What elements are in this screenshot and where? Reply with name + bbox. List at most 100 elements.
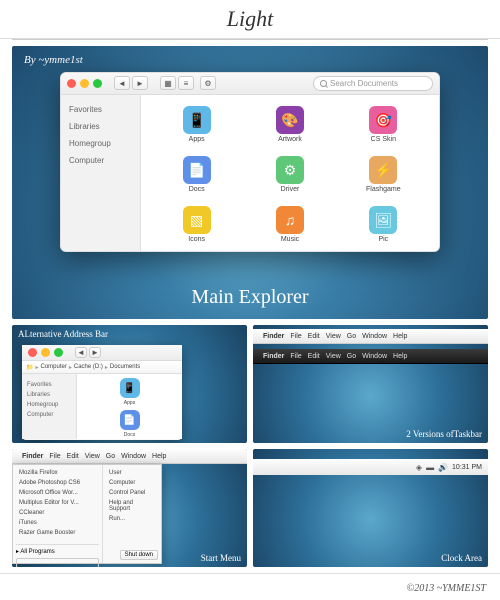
menu-item[interactable]: Help — [393, 333, 407, 340]
breadcrumb[interactable]: Documents — [110, 364, 140, 370]
file-item[interactable]: 📱Apps — [151, 101, 242, 149]
titlebar[interactable]: ◄ ► ▦ ≡ ⚙ Search Documents — [61, 73, 439, 95]
forward-button[interactable]: ► — [89, 347, 101, 358]
back-button[interactable]: ◄ — [75, 347, 87, 358]
address-bar[interactable]: 📁▸Computer▸Cache (D:)▸Documents — [22, 361, 182, 374]
menu-item[interactable]: Go — [347, 333, 356, 340]
sidebar-item[interactable]: Homegroup — [22, 400, 76, 410]
menu-item[interactable]: Finder — [22, 453, 43, 460]
menu-item[interactable]: Finder — [263, 333, 284, 340]
menu-item[interactable]: Window — [362, 353, 387, 360]
menubar[interactable]: Finder File Edit View Go Window Help — [12, 449, 247, 464]
minimize-icon[interactable] — [41, 348, 50, 357]
file-label: Apps — [189, 136, 205, 143]
start-menu-item[interactable]: Mozilla Firefox — [16, 468, 99, 478]
file-label: Icons — [188, 236, 205, 243]
volume-icon[interactable]: 🔊 — [438, 463, 448, 472]
file-icon: 📄 — [183, 156, 211, 184]
taskbar-panel: Finder File Edit View Go Window Help Finder Fil… — [253, 325, 488, 443]
file-item[interactable]: 🎨 Artwork — [244, 101, 335, 149]
file-item[interactable]: ♫Music — [244, 201, 335, 249]
menu-item[interactable]: File — [49, 453, 60, 460]
shutdown-button[interactable]: Shut down — [120, 550, 158, 560]
maximize-icon[interactable] — [93, 79, 102, 88]
sidebar-item[interactable]: Favorites — [61, 101, 140, 118]
action-button[interactable]: ⚙ — [200, 76, 216, 90]
breadcrumb[interactable]: Computer — [41, 364, 67, 370]
sidebar-item[interactable]: Computer — [22, 410, 76, 420]
start-search-input[interactable] — [16, 558, 99, 567]
file-label: Artwork — [278, 136, 302, 143]
wifi-icon[interactable]: ◈ — [416, 463, 422, 472]
footer: ©2013 ~YMME1ST — [0, 573, 500, 600]
menu-item[interactable]: Go — [347, 353, 356, 360]
sidebar-item[interactable]: Favorites — [22, 380, 76, 390]
view-icon-button[interactable]: ▦ — [160, 76, 176, 90]
breadcrumb[interactable]: Cache (D:) — [74, 364, 103, 370]
view-list-button[interactable]: ≡ — [178, 76, 194, 90]
file-label: Docs — [124, 432, 135, 438]
close-icon[interactable] — [28, 348, 37, 357]
file-item[interactable]: 📄Docs — [151, 151, 242, 199]
battery-icon[interactable]: ▬ — [426, 463, 434, 472]
file-grid: 📱Apps 🎨 Artwork 🎯CS Skin 📄Docs⚙Driver⚡Flashg… — [141, 95, 439, 252]
menu-item[interactable]: File — [290, 353, 301, 360]
clock-time[interactable]: 10:31 PM — [452, 464, 482, 471]
search-input[interactable]: Search Documents — [313, 76, 433, 91]
finder-window[interactable]: ◄ ► ▦ ≡ ⚙ Search Documents FavoritesLibr… — [60, 72, 440, 252]
maximize-icon[interactable] — [54, 348, 63, 357]
author-text: By ~ymme1st — [24, 54, 83, 66]
start-menu-item[interactable]: CCleaner — [16, 508, 99, 518]
sidebar-item[interactable]: Homegroup — [61, 135, 140, 152]
menu-item[interactable]: View — [326, 333, 341, 340]
start-menu-item[interactable]: Run... — [106, 514, 158, 524]
file-item[interactable]: 🎯CS Skin — [338, 101, 429, 149]
file-item[interactable]: 🖼Pic — [338, 201, 429, 249]
clock-caption: Clock Area — [441, 553, 482, 563]
menu-item[interactable]: Help — [152, 453, 166, 460]
start-menu-item[interactable]: Computer — [106, 478, 158, 488]
menu-item[interactable]: View — [85, 453, 100, 460]
file-icon: 🎯 — [369, 106, 397, 134]
file-icon: 🎨 — [276, 106, 304, 134]
start-menu-item[interactable]: Microsoft Office Wor... — [16, 488, 99, 498]
menu-item[interactable]: Edit — [308, 353, 320, 360]
menu-item[interactable]: File — [290, 333, 301, 340]
start-menu-item[interactable]: Help and Support — [106, 498, 158, 514]
all-programs[interactable]: ▸ All Programs — [16, 544, 99, 555]
menu-item[interactable]: Finder — [263, 353, 284, 360]
file-item[interactable]: ▧ Icons — [151, 201, 242, 249]
file-icon: ▧ — [183, 206, 211, 234]
sidebar-item[interactable]: Libraries — [22, 390, 76, 400]
back-button[interactable]: ◄ — [114, 76, 130, 90]
start-menu-item[interactable]: Control Panel — [106, 488, 158, 498]
sidebar-item[interactable]: Computer — [61, 152, 140, 169]
file-item[interactable]: 📱Apps — [80, 377, 179, 407]
file-item[interactable]: ⚡Flashgame — [338, 151, 429, 199]
minimize-icon[interactable] — [80, 79, 89, 88]
start-menu-item[interactable]: Multiplus Editor for V... — [16, 498, 99, 508]
menu-item[interactable]: Help — [393, 353, 407, 360]
start-menu-item[interactable]: iTunes — [16, 518, 99, 528]
menu-item[interactable]: Edit — [67, 453, 79, 460]
start-menu[interactable]: Mozilla FirefoxAdobe Photoshop CS6Micros… — [12, 464, 162, 564]
menu-item[interactable]: Window — [362, 333, 387, 340]
sidebar-item[interactable]: Libraries — [61, 118, 140, 135]
menu-item[interactable]: Go — [106, 453, 115, 460]
menubar-dark[interactable]: Finder File Edit View Go Window Help — [253, 349, 488, 364]
file-item[interactable]: 📄Docs — [80, 409, 179, 439]
close-icon[interactable] — [67, 79, 76, 88]
start-menu-item[interactable]: User — [106, 468, 158, 478]
file-item[interactable]: ⚙Driver — [244, 151, 335, 199]
menubar-light[interactable]: Finder File Edit View Go Window Help — [253, 329, 488, 344]
file-label: Music — [281, 236, 299, 243]
menu-item[interactable]: Edit — [308, 333, 320, 340]
forward-button[interactable]: ► — [132, 76, 148, 90]
addr-window[interactable]: ◄ ► 📁▸Computer▸Cache (D:)▸Documents Favo… — [22, 345, 182, 440]
menu-item[interactable]: View — [326, 353, 341, 360]
start-menu-item[interactable]: Adobe Photoshop CS6 — [16, 478, 99, 488]
titlebar[interactable]: ◄ ► — [22, 345, 182, 361]
menu-item[interactable]: Window — [121, 453, 146, 460]
file-label: Driver — [281, 186, 300, 193]
start-menu-item[interactable]: Razer Game Booster — [16, 528, 99, 538]
